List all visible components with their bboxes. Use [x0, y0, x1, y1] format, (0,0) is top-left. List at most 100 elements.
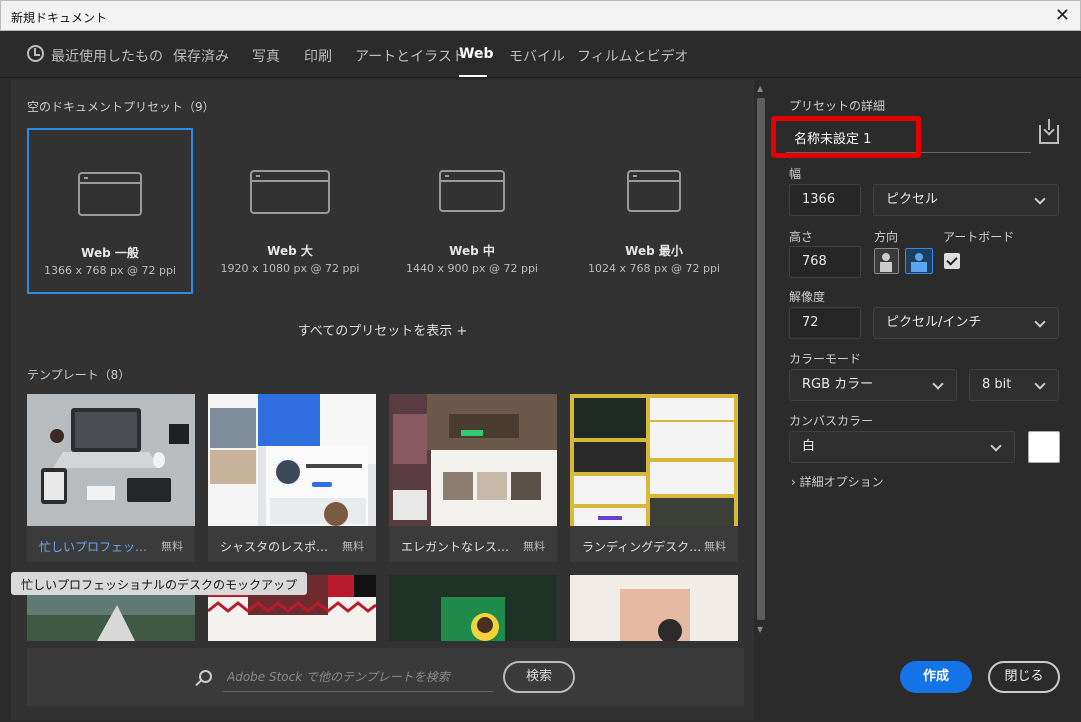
preset-name: Web 一般 — [81, 246, 139, 260]
close-button[interactable]: 閉じる — [988, 661, 1060, 693]
template-card[interactable]: ランディングデスクトッ... 無料 — [570, 394, 738, 562]
template-caption: シャスタのレスポンシブ... — [220, 540, 340, 554]
height-input[interactable]: 768 — [789, 246, 861, 278]
color-mode-value: RGB カラー — [802, 377, 874, 392]
height-label: 高さ — [789, 230, 814, 244]
artboard-label: アートボード — [943, 230, 1015, 244]
landscape-orientation-button[interactable] — [905, 248, 933, 274]
portrait-icon — [882, 253, 890, 261]
templates-section-title: テンプレート（8） — [27, 368, 131, 382]
search-icon — [199, 670, 212, 683]
template-card[interactable]: シャスタのレスポンシブ... 無料 — [208, 394, 376, 562]
chevron-right-icon: › — [791, 475, 796, 489]
canvas-color-select[interactable]: 白 — [789, 431, 1015, 463]
portrait-orientation-button[interactable] — [874, 248, 899, 274]
chevron-down-icon — [932, 378, 944, 390]
template-thumbnail — [570, 394, 738, 526]
tab-mobile[interactable]: モバイル — [509, 46, 565, 66]
preset-card[interactable]: Web 一般 1366 x 768 px @ 72 ppi — [27, 128, 193, 294]
tab-art-illustration[interactable]: アートとイラスト — [355, 46, 466, 66]
preset-dimensions: 1920 x 1080 px @ 72 ppi — [220, 262, 360, 275]
preset-scrollbar[interactable]: ▲ ▼ — [754, 80, 768, 638]
template-caption: 忙しいプロフェッショナ... — [39, 540, 159, 554]
search-button[interactable]: 検索 — [503, 661, 575, 693]
template-price: 無料 — [704, 540, 726, 553]
resolution-input[interactable]: 72 — [789, 307, 861, 339]
browser-window-icon — [78, 172, 142, 216]
template-tooltip: 忙しいプロフェッショナルのデスクのモックアップ — [11, 572, 308, 595]
bit-depth-select[interactable]: 8 bit — [969, 369, 1059, 401]
template-thumbnail[interactable] — [389, 575, 557, 641]
preset-card[interactable]: Web 中 1440 x 900 px @ 72 ppi — [389, 128, 555, 294]
template-thumbnail — [208, 394, 376, 526]
show-all-presets-link[interactable]: すべてのプリセットを表示 + — [11, 320, 754, 339]
chevron-down-icon — [1034, 193, 1046, 205]
tab-film-video[interactable]: フィルムとビデオ — [577, 46, 688, 66]
orientation-label: 方向 — [874, 230, 899, 244]
tab-web[interactable]: Web — [459, 46, 493, 62]
stock-search-input[interactable] — [223, 662, 493, 692]
template-thumbnail — [389, 394, 557, 526]
tab-recent[interactable]: 最近使用したもの — [51, 46, 163, 66]
canvas-color-value: 白 — [802, 439, 816, 454]
browser-window-icon — [439, 170, 505, 212]
preset-details-title: プリセットの詳細 — [789, 99, 886, 113]
template-card[interactable]: 忙しいプロフェッショナ... 無料 — [27, 394, 195, 562]
resolution-unit-select[interactable]: ピクセル/インチ — [873, 307, 1059, 339]
preset-dimensions: 1440 x 900 px @ 72 ppi — [406, 262, 538, 275]
presets-section-title: 空のドキュメントプリセット（9） — [27, 100, 215, 114]
category-tabs: 最近使用したもの 保存済み 写真 印刷 アートとイラスト Web モバイル フィ… — [0, 31, 1081, 78]
advanced-options-toggle[interactable]: › 詳細オプション — [791, 473, 884, 490]
landscape-icon — [915, 253, 923, 261]
scroll-up-icon[interactable]: ▲ — [757, 84, 763, 93]
save-preset-icon[interactable] — [1039, 119, 1059, 144]
unit-select-value: ピクセル — [886, 192, 939, 207]
highlight-annotation — [771, 116, 921, 158]
template-thumbnail[interactable] — [570, 575, 738, 641]
template-price: 無料 — [342, 540, 364, 553]
preset-name: Web 最小 — [625, 244, 683, 258]
canvas-color-swatch[interactable] — [1028, 431, 1060, 463]
scrollbar-thumb[interactable] — [757, 98, 765, 620]
active-tab-indicator — [459, 75, 487, 77]
bit-depth-value: 8 bit — [982, 377, 1012, 392]
template-card[interactable]: エレガントなレスポンシ... 無料 — [389, 394, 557, 562]
canvas-color-label: カンバスカラー — [789, 414, 874, 428]
tab-saved[interactable]: 保存済み — [173, 46, 229, 66]
create-button[interactable]: 作成 — [900, 661, 972, 693]
clock-icon — [27, 45, 44, 62]
template-caption: ランディングデスクトッ... — [582, 540, 702, 554]
window-title: 新規ドキュメント — [11, 11, 108, 25]
color-mode-label: カラーモード — [789, 352, 862, 366]
preset-card[interactable]: Web 大 1920 x 1080 px @ 72 ppi — [207, 128, 373, 294]
artboard-checkbox[interactable] — [944, 253, 960, 269]
stock-search-bar: 検索 — [27, 648, 744, 706]
width-input[interactable]: 1366 — [789, 184, 861, 216]
template-thumbnail — [27, 394, 195, 526]
unit-select[interactable]: ピクセル — [873, 184, 1059, 216]
preset-name: Web 大 — [267, 244, 313, 258]
resolution-unit-value: ピクセル/インチ — [886, 315, 982, 330]
preset-browser: 空のドキュメントプリセット（9） Web 一般 1366 x 768 px @ … — [11, 80, 754, 720]
advanced-options-label: 詳細オプション — [799, 475, 884, 489]
preset-dimensions: 1366 x 768 px @ 72 ppi — [44, 264, 176, 277]
color-mode-select[interactable]: RGB カラー — [789, 369, 957, 401]
tab-photo[interactable]: 写真 — [252, 46, 280, 66]
resolution-label: 解像度 — [789, 290, 826, 304]
preset-name: Web 中 — [449, 244, 495, 258]
preset-details-panel: プリセットの詳細 名称未設定 1 幅 1366 ピクセル 高さ 方向 アートボー… — [771, 80, 1081, 722]
template-price: 無料 — [161, 540, 183, 553]
chevron-down-icon — [1034, 378, 1046, 390]
preset-dimensions: 1024 x 768 px @ 72 ppi — [588, 262, 720, 275]
chevron-down-icon — [990, 440, 1002, 452]
chevron-down-icon — [1034, 316, 1046, 328]
title-bar: 新規ドキュメント ✕ — [0, 0, 1081, 31]
template-price: 無料 — [523, 540, 545, 553]
window-close-icon[interactable]: ✕ — [1055, 5, 1070, 26]
scroll-down-icon[interactable]: ▼ — [757, 625, 763, 634]
tab-print[interactable]: 印刷 — [304, 46, 332, 66]
preset-card[interactable]: Web 最小 1024 x 768 px @ 72 ppi — [571, 128, 737, 294]
browser-window-icon — [250, 170, 330, 214]
width-label: 幅 — [789, 167, 802, 181]
browser-window-icon — [627, 170, 681, 212]
